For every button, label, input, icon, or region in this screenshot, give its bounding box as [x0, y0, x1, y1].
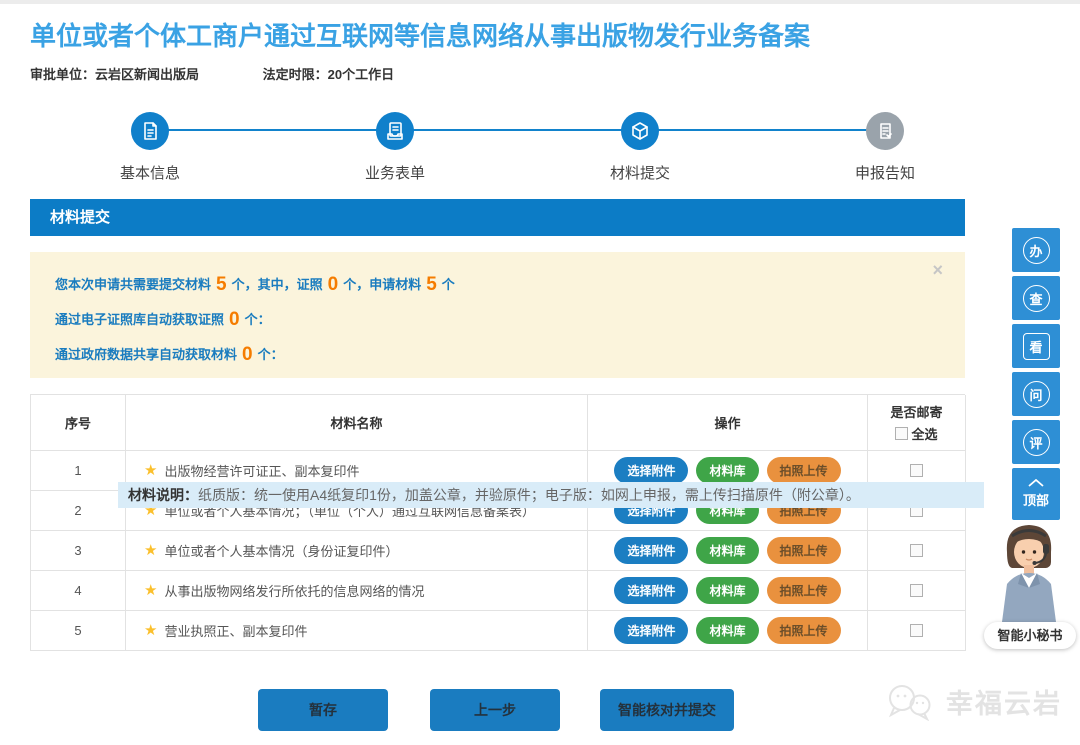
chevron-up-icon — [1028, 479, 1044, 487]
save-draft-button[interactable]: 暂存 — [258, 689, 388, 731]
photo-upload-button[interactable]: 拍照上传 — [767, 577, 841, 604]
page: 单位或者个体工商户通过互联网等信息网络从事出版物发行业务备案 审批单位：云岩区新… — [0, 0, 1080, 745]
mail-checkbox[interactable] — [910, 464, 923, 477]
table-row: ★从事出版物网络发行所依托的信息网络的情况 — [126, 571, 588, 611]
comment-icon: 评 — [1023, 429, 1050, 456]
row-no: 4 — [31, 571, 126, 611]
row-actions: 选择附件 材料库 拍照上传 — [588, 531, 868, 571]
time-limit: 法定时限：20个工作日 — [263, 67, 394, 82]
row-no: 2 — [31, 491, 126, 531]
section-header: 材料提交 — [30, 199, 965, 236]
photo-upload-button[interactable]: 拍照上传 — [767, 537, 841, 564]
approval-unit: 审批单位：云岩区新闻出版局 — [30, 67, 199, 82]
close-icon[interactable]: × — [932, 260, 943, 281]
step-label: 基本信息 — [90, 162, 210, 183]
mail-checkbox[interactable] — [910, 624, 923, 637]
step-label: 材料提交 — [580, 162, 700, 183]
license-count: 0 — [323, 274, 344, 295]
step-material-submit[interactable]: 材料提交 — [580, 112, 700, 183]
step-basic-info[interactable]: 基本信息 — [90, 112, 210, 183]
step-declare-notice[interactable]: 申报告知 — [825, 112, 945, 183]
speech-bubble-icon: 问 — [1023, 381, 1050, 408]
step-label: 业务表单 — [335, 162, 455, 183]
elicense-count: 0 — [224, 309, 245, 330]
choose-attachment-button[interactable]: 选择附件 — [614, 577, 688, 604]
choose-attachment-button[interactable]: 选择附件 — [614, 457, 688, 484]
col-header-actions: 操作 — [588, 395, 868, 451]
col-header-no: 序号 — [31, 395, 126, 451]
photo-upload-button[interactable]: 拍照上传 — [767, 457, 841, 484]
notice-panel: × 您本次申请共需要提交材料5个，其中，证照0个，申请材料5个 通过电子证照库自… — [30, 252, 965, 378]
required-star-icon: ★ — [144, 543, 157, 558]
col-header-mail: 是否邮寄 全选 — [868, 395, 966, 451]
material-description-tooltip: 材料说明：纸质版：统一使用A4纸复印1份，加盖公章，并验原件；电子版：如网上申报… — [118, 482, 984, 508]
sidebar-item-handle[interactable]: 办 — [1012, 228, 1060, 272]
sidebar-item-view[interactable]: 看 — [1012, 324, 1060, 368]
assistant-avatar[interactable] — [988, 518, 1070, 622]
clipboard-check-icon — [866, 112, 904, 150]
mail-checkbox[interactable] — [910, 584, 923, 597]
step-label: 申报告知 — [825, 162, 945, 183]
required-star-icon: ★ — [144, 623, 157, 638]
select-all-checkbox[interactable] — [895, 427, 908, 440]
choose-attachment-button[interactable]: 选择附件 — [614, 617, 688, 644]
choose-attachment-button[interactable]: 选择附件 — [614, 537, 688, 564]
gov-share-count: 0 — [237, 344, 258, 365]
steps-connector — [150, 129, 885, 131]
back-to-top-button[interactable]: 顶部 — [1012, 468, 1060, 520]
mail-checkbox[interactable] — [910, 544, 923, 557]
notice-line-1: 您本次申请共需要提交材料5个，其中，证照0个，申请材料5个 — [55, 272, 940, 297]
row-no: 3 — [31, 531, 126, 571]
previous-step-button[interactable]: 上一步 — [430, 689, 560, 731]
assistant-label: 智能小秘书 — [984, 622, 1076, 649]
sidebar-item-rate[interactable]: 评 — [1012, 420, 1060, 464]
total-count: 5 — [211, 274, 232, 295]
notice-line-3: 通过政府数据共享自动获取材料0个： — [55, 342, 940, 367]
row-mail — [868, 611, 966, 651]
row-no: 1 — [31, 451, 126, 491]
form-icon — [376, 112, 414, 150]
box-icon — [621, 112, 659, 150]
row-actions: 选择附件 材料库 拍照上传 — [588, 571, 868, 611]
material-library-button[interactable]: 材料库 — [696, 577, 758, 604]
required-star-icon: ★ — [144, 583, 157, 598]
sidebar-item-ask[interactable]: 问 — [1012, 372, 1060, 416]
photo-upload-button[interactable]: 拍照上传 — [767, 617, 841, 644]
table-row: ★营业执照正、副本复印件 — [126, 611, 588, 651]
material-library-button[interactable]: 材料库 — [696, 537, 758, 564]
screen-icon: 看 — [1023, 333, 1050, 360]
col-header-name: 材料名称 — [126, 395, 588, 451]
row-mail — [868, 571, 966, 611]
material-library-button[interactable]: 材料库 — [696, 617, 758, 644]
notice-line-2: 通过电子证照库自动获取证照0个： — [55, 307, 940, 332]
approval-meta: 审批单位：云岩区新闻出版局 法定时限：20个工作日 — [30, 64, 454, 83]
smart-check-submit-button[interactable]: 智能核对并提交 — [600, 689, 734, 731]
table-row: ★单位或者个人基本情况（身份证复印件） — [126, 531, 588, 571]
material-library-button[interactable]: 材料库 — [696, 457, 758, 484]
materials-table: 序号 材料名称 操作 是否邮寄 全选 1 ★出版物经营许可证正、副本复印件 选择… — [30, 394, 965, 651]
handle-icon: 办 — [1023, 237, 1050, 264]
chat-bubbles-icon — [884, 683, 938, 721]
row-mail — [868, 531, 966, 571]
top-divider — [0, 0, 1080, 4]
material-count: 5 — [421, 274, 442, 295]
watermark-text: 幸福云岩 — [946, 682, 1062, 721]
step-business-form[interactable]: 业务表单 — [335, 112, 455, 183]
required-star-icon: ★ — [144, 463, 157, 478]
row-actions: 选择附件 材料库 拍照上传 — [588, 611, 868, 651]
row-no: 5 — [31, 611, 126, 651]
document-icon — [131, 112, 169, 150]
page-title: 单位或者个体工商户通过互联网等信息网络从事出版物发行业务备案 — [30, 16, 810, 53]
sidebar-item-query[interactable]: 查 — [1012, 276, 1060, 320]
watermark: 幸福云岩 — [884, 682, 1062, 721]
search-icon: 查 — [1023, 285, 1050, 312]
